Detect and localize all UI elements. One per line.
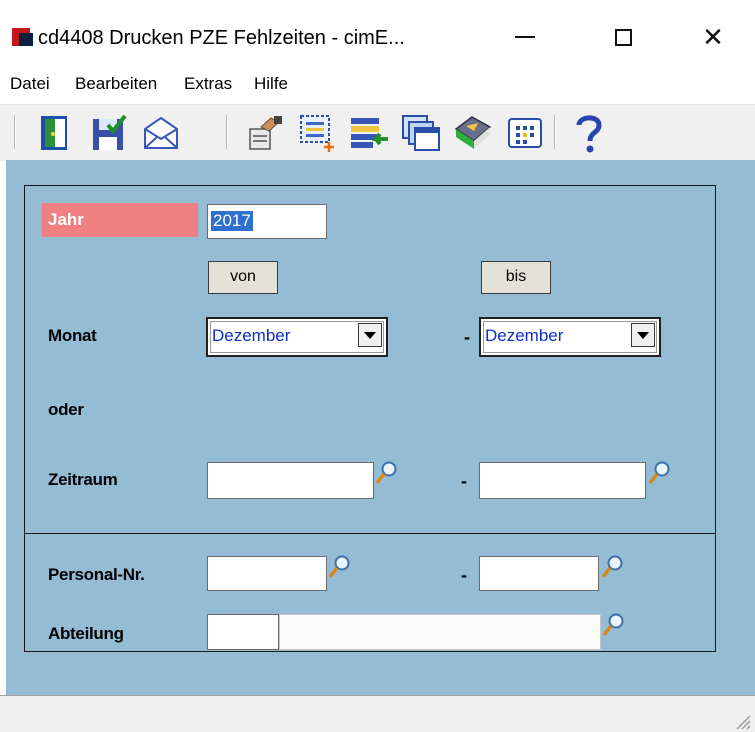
bis-button[interactable]: bis <box>481 261 551 294</box>
arrow-triangle <box>364 331 376 339</box>
toolbar-separator <box>226 115 228 149</box>
chevron-down-icon[interactable] <box>631 323 655 347</box>
menu-hilfe[interactable]: Hilfe <box>254 74 288 94</box>
maximize-icon <box>614 28 632 46</box>
menu-datei[interactable]: Datei <box>10 74 50 94</box>
monat-bis-value: Dezember <box>485 326 564 345</box>
menu-bar: Datei Bearbeiten Extras Hilfe <box>0 66 755 102</box>
printer-setup-icon[interactable] <box>244 111 286 155</box>
monat-label: Monat <box>48 326 97 345</box>
menu-extras[interactable]: Extras <box>184 74 232 94</box>
personal-von-input[interactable] <box>207 556 327 591</box>
abteilung-label: Abteilung <box>48 624 124 643</box>
jahr-input[interactable]: 2017 <box>207 204 327 239</box>
title-bar: cd4408 Drucken PZE Fehlzeiten - cimE... … <box>0 0 755 74</box>
zeitraum-dash: - <box>461 471 467 491</box>
menu-bearbeiten[interactable]: Bearbeiten <box>75 74 157 94</box>
zeitraum-bis-input[interactable] <box>479 462 646 499</box>
zeitraum-bis-search-icon[interactable] <box>648 460 672 486</box>
close-button[interactable]: ✕ <box>690 14 736 60</box>
jahr-label: Jahr <box>42 203 198 237</box>
jahr-value: 2017 <box>211 211 253 231</box>
personal-bis-search-icon[interactable] <box>601 554 625 580</box>
zeitraum-von-input[interactable] <box>207 462 374 499</box>
toolbar-separator <box>14 115 16 149</box>
new-select-icon[interactable] <box>296 111 338 155</box>
personal-von-search-icon[interactable] <box>328 554 352 580</box>
close-icon: ✕ <box>702 22 724 52</box>
status-bar <box>0 695 755 732</box>
abteilung-search-icon[interactable] <box>602 612 626 638</box>
zeitraum-von-search-icon[interactable] <box>375 460 399 486</box>
help-icon[interactable] <box>568 111 610 155</box>
minimize-button[interactable] <box>502 14 548 60</box>
resize-grip-icon[interactable] <box>733 712 751 730</box>
personal-bis-input[interactable] <box>479 556 599 591</box>
von-button[interactable]: von <box>208 261 278 294</box>
abteilung-code-input[interactable] <box>207 614 279 650</box>
window-title: cd4408 Drucken PZE Fehlzeiten - cimE... <box>38 27 405 49</box>
app-icon <box>12 28 33 46</box>
exit-door-icon[interactable] <box>34 111 76 155</box>
book-icon[interactable] <box>452 111 494 155</box>
maximize-button[interactable] <box>600 14 646 60</box>
personal-dash: - <box>461 565 467 585</box>
monat-von-value: Dezember <box>212 326 291 345</box>
personal-nr-label: Personal-Nr. <box>48 565 145 584</box>
toolbar-separator <box>554 115 556 149</box>
minimize-icon <box>515 36 535 38</box>
form-area: Jahr 2017 von bis Monat Dezember - Dezem… <box>6 160 755 695</box>
monat-dash: - <box>464 327 470 347</box>
toolbar <box>0 104 755 161</box>
windows-icon[interactable] <box>400 111 442 155</box>
chevron-down-icon[interactable] <box>358 323 382 347</box>
zeitraum-label: Zeitraum <box>48 470 118 489</box>
mail-icon[interactable] <box>140 111 182 155</box>
save-icon[interactable] <box>88 111 130 155</box>
calendar-grid-icon[interactable] <box>504 111 546 155</box>
abteilung-name-field <box>279 614 601 650</box>
monat-bis-select[interactable]: Dezember <box>479 317 661 357</box>
list-import-icon[interactable] <box>348 111 390 155</box>
oder-label: oder <box>48 400 84 419</box>
arrow-triangle <box>637 331 649 339</box>
monat-von-select[interactable]: Dezember <box>206 317 388 357</box>
